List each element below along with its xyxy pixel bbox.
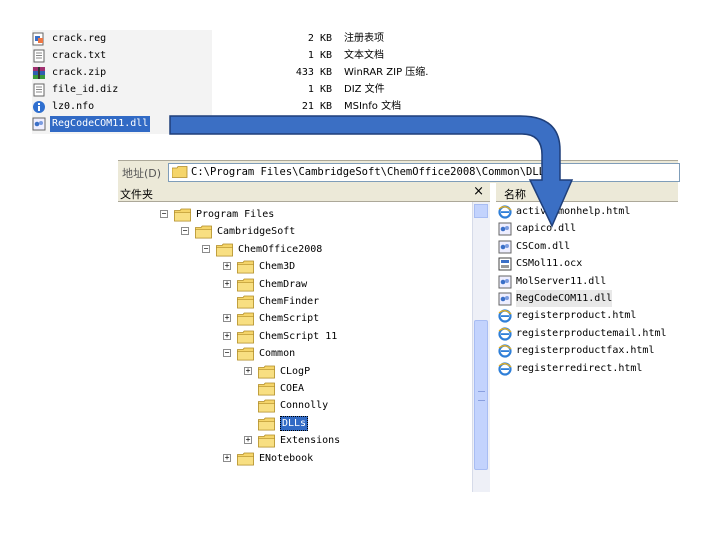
folder-label: DLLs [280, 415, 309, 431]
folder-icon [195, 225, 213, 245]
text-file-icon [32, 83, 46, 97]
address-path: C:\Program Files\CambridgeSoft\ChemOffic… [191, 166, 552, 178]
collapse-icon[interactable]: − [181, 227, 189, 236]
dll-file-icon [498, 275, 512, 289]
folder-label: Common [259, 348, 296, 360]
name-column-label: 名称 [504, 188, 526, 201]
file-name: file_id.diz [52, 84, 119, 95]
file-name: crack.reg [52, 33, 107, 44]
folder-label: CLogP [280, 365, 311, 377]
folder-icon [174, 208, 192, 228]
file-type: 注册表项 [344, 33, 384, 44]
file-name: activeXmonhelp.html [516, 206, 631, 217]
folder-label: Connolly [280, 400, 329, 412]
close-pane-button[interactable]: × [473, 184, 484, 199]
ie-html-icon [498, 327, 512, 341]
text-file-icon [32, 49, 46, 63]
file-size: 2 KB [307, 33, 332, 44]
file-name: crack.txt [52, 50, 107, 61]
folder-label: ChemScript [259, 313, 320, 325]
file-type: 文本文档 [344, 50, 384, 61]
file-size: 433 KB [295, 67, 332, 78]
ie-html-icon [498, 361, 512, 376]
file-size: 21 KB [301, 101, 332, 112]
folder-label: Program Files [196, 209, 275, 220]
file-name: registerproductfax.html [516, 345, 655, 357]
files-column-header[interactable]: 名称 [496, 183, 678, 202]
file-name: RegCodeCOM11.dll [50, 116, 151, 132]
folder-icon [171, 166, 188, 181]
expand-icon[interactable]: + [244, 436, 252, 445]
file-type: WinRAR ZIP 压缩. [344, 67, 429, 78]
registry-file-icon [32, 32, 46, 46]
dll-file-icon [498, 222, 512, 236]
dll-file-icon [498, 240, 512, 254]
file-name: registerproductemail.html [516, 327, 667, 339]
folder-label: Chem3D [259, 261, 296, 273]
expand-icon[interactable]: + [244, 366, 252, 375]
address-label: 地址(D) [122, 167, 162, 180]
file-name: CSCom.dll [516, 240, 571, 252]
folder-label: CambridgeSoft [217, 226, 296, 238]
ocx-file-icon [498, 257, 512, 271]
file-name: registerredirect.html [516, 362, 643, 374]
scroll-up-button[interactable] [474, 204, 488, 218]
folder-label: COEA [280, 383, 305, 394]
dll-file-icon [32, 117, 46, 131]
folder-label: ChemFinder [259, 296, 320, 307]
folder-label: ChemDraw [259, 278, 308, 290]
folders-pane-title: 文件夹 [120, 188, 153, 201]
folder-tree-scrollbar[interactable] [472, 202, 490, 492]
file-size: 1 KB [307, 50, 332, 61]
file-name: lz0.nfo [52, 101, 95, 112]
collapse-icon[interactable]: − [202, 244, 210, 253]
ie-html-icon [498, 205, 512, 219]
file-name: MolServer11.dll [516, 275, 607, 287]
address-bar: 地址(D) C:\Program Files\CambridgeSoft\Che… [118, 160, 680, 183]
file-type: DIZ 文件 [344, 84, 385, 95]
winrar-archive-icon [32, 66, 46, 80]
folder-label: ChemScript 11 [259, 330, 338, 342]
folder-icon [237, 347, 255, 367]
file-name: RegCodeCOM11.dll [516, 290, 613, 307]
file-name: crack.zip [52, 67, 107, 78]
expand-icon[interactable]: + [223, 314, 231, 323]
info-file-icon [32, 100, 46, 114]
scroll-grip-icon [478, 391, 485, 401]
folder-label: ChemOffice2008 [238, 243, 323, 255]
ie-html-icon [498, 344, 512, 358]
folder-label: Extensions [280, 435, 341, 447]
expand-icon[interactable]: + [223, 331, 231, 340]
file-name: CSMol11.ocx [516, 258, 583, 270]
folders-pane-header: 文件夹 × [118, 183, 490, 202]
expand-icon[interactable]: + [223, 262, 231, 271]
collapse-icon[interactable]: − [223, 349, 231, 358]
ie-html-icon [498, 309, 512, 323]
expand-icon[interactable]: + [223, 453, 231, 462]
folder-label: ENotebook [259, 452, 314, 464]
expand-icon[interactable]: + [223, 279, 231, 288]
dll-file-icon [498, 292, 512, 306]
file-name: capico.dll [516, 223, 577, 235]
file-size: 1 KB [307, 84, 332, 95]
scroll-thumb[interactable] [474, 320, 488, 470]
folder-icon [237, 452, 255, 472]
address-input[interactable]: C:\Program Files\CambridgeSoft\ChemOffic… [168, 163, 680, 182]
folder-icon [216, 243, 234, 263]
file-type: MSInfo 文档 [344, 101, 402, 112]
collapse-icon[interactable]: − [160, 210, 168, 218]
file-name: registerproduct.html [516, 310, 637, 322]
